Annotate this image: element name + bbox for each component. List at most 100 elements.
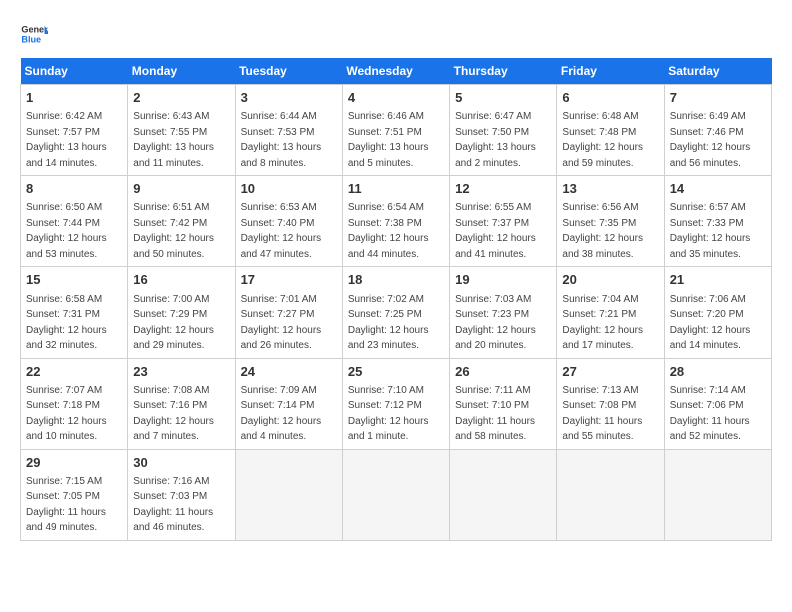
day-info: Sunrise: 7:01 AMSunset: 7:27 PMDaylight:… bbox=[241, 294, 322, 352]
day-number: 3 bbox=[241, 89, 337, 107]
day-number: 23 bbox=[133, 363, 229, 381]
calendar-cell-empty-4-2 bbox=[235, 449, 342, 540]
calendar-cell-3: 3 Sunrise: 6:44 AMSunset: 7:53 PMDaylight… bbox=[235, 85, 342, 176]
calendar-cell-29: 29 Sunrise: 7:15 AMSunset: 7:05 PMDayligh… bbox=[21, 449, 128, 540]
day-info: Sunrise: 7:15 AMSunset: 7:05 PMDaylight:… bbox=[26, 476, 106, 534]
day-info: Sunrise: 6:55 AMSunset: 7:37 PMDaylight:… bbox=[455, 202, 536, 260]
day-info: Sunrise: 6:47 AMSunset: 7:50 PMDaylight:… bbox=[455, 111, 536, 169]
day-info: Sunrise: 6:51 AMSunset: 7:42 PMDaylight:… bbox=[133, 202, 214, 260]
calendar-week-3: 22 Sunrise: 7:07 AMSunset: 7:18 PMDayligh… bbox=[21, 358, 772, 449]
calendar-cell-1: 1 Sunrise: 6:42 AMSunset: 7:57 PMDaylight… bbox=[21, 85, 128, 176]
calendar-week-1: 8 Sunrise: 6:50 AMSunset: 7:44 PMDaylight… bbox=[21, 176, 772, 267]
calendar-cell-23: 23 Sunrise: 7:08 AMSunset: 7:16 PMDayligh… bbox=[128, 358, 235, 449]
day-info: Sunrise: 6:54 AMSunset: 7:38 PMDaylight:… bbox=[348, 202, 429, 260]
calendar-cell-14: 14 Sunrise: 6:57 AMSunset: 7:33 PMDayligh… bbox=[664, 176, 771, 267]
day-info: Sunrise: 6:56 AMSunset: 7:35 PMDaylight:… bbox=[562, 202, 643, 260]
calendar-cell-10: 10Sunrise: 6:53 AMSunset: 7:40 PMDayligh… bbox=[235, 176, 342, 267]
calendar-cell-19: 19 Sunrise: 7:03 AMSunset: 7:23 PMDayligh… bbox=[450, 267, 557, 358]
day-number: 1 bbox=[26, 89, 122, 107]
weekday-header-friday: Friday bbox=[557, 58, 664, 85]
calendar-cell-18: 18 Sunrise: 7:02 AMSunset: 7:25 PMDayligh… bbox=[342, 267, 449, 358]
calendar-cell-26: 26 Sunrise: 7:11 AMSunset: 7:10 PMDayligh… bbox=[450, 358, 557, 449]
calendar-cell-4: 4 Sunrise: 6:46 AMSunset: 7:51 PMDaylight… bbox=[342, 85, 449, 176]
calendar-cell-17: 17Sunrise: 7:01 AMSunset: 7:27 PMDayligh… bbox=[235, 267, 342, 358]
day-number: 4 bbox=[348, 89, 444, 107]
calendar-cell-15: 15 Sunrise: 6:58 AMSunset: 7:31 PMDayligh… bbox=[21, 267, 128, 358]
day-number: 5 bbox=[455, 89, 551, 107]
day-info: Sunrise: 7:14 AMSunset: 7:06 PMDaylight:… bbox=[670, 385, 750, 443]
day-number: 13 bbox=[562, 180, 658, 198]
calendar-cell-21: 21Sunrise: 7:06 AMSunset: 7:20 PMDayligh… bbox=[664, 267, 771, 358]
day-info: Sunrise: 6:50 AMSunset: 7:44 PMDaylight:… bbox=[26, 202, 107, 260]
day-info: Sunrise: 6:43 AMSunset: 7:55 PMDaylight:… bbox=[133, 111, 214, 169]
calendar-cell-empty-4-4 bbox=[450, 449, 557, 540]
day-info: Sunrise: 7:04 AMSunset: 7:21 PMDaylight:… bbox=[562, 294, 643, 352]
day-number: 16 bbox=[133, 271, 229, 289]
calendar-cell-empty-4-3 bbox=[342, 449, 449, 540]
svg-text:Blue: Blue bbox=[21, 34, 41, 44]
svg-text:General: General bbox=[21, 25, 48, 35]
day-info: Sunrise: 7:08 AMSunset: 7:16 PMDaylight:… bbox=[133, 385, 214, 443]
day-number: 2 bbox=[133, 89, 229, 107]
calendar-cell-20: 20 Sunrise: 7:04 AMSunset: 7:21 PMDayligh… bbox=[557, 267, 664, 358]
calendar-cell-25: 25 Sunrise: 7:10 AMSunset: 7:12 PMDayligh… bbox=[342, 358, 449, 449]
calendar-cell-empty-4-6 bbox=[664, 449, 771, 540]
day-info: Sunrise: 6:58 AMSunset: 7:31 PMDaylight:… bbox=[26, 294, 107, 352]
day-number: 26 bbox=[455, 363, 551, 381]
calendar-cell-27: 27 Sunrise: 7:13 AMSunset: 7:08 PMDayligh… bbox=[557, 358, 664, 449]
day-info: Sunrise: 6:44 AMSunset: 7:53 PMDaylight:… bbox=[241, 111, 322, 169]
day-number: 14 bbox=[670, 180, 766, 198]
calendar-cell-2: 2 Sunrise: 6:43 AMSunset: 7:55 PMDaylight… bbox=[128, 85, 235, 176]
day-number: 18 bbox=[348, 271, 444, 289]
day-number: 8 bbox=[26, 180, 122, 198]
calendar-cell-24: 24 Sunrise: 7:09 AMSunset: 7:14 PMDayligh… bbox=[235, 358, 342, 449]
day-number: 21 bbox=[670, 271, 766, 289]
day-info: Sunrise: 7:13 AMSunset: 7:08 PMDaylight:… bbox=[562, 385, 642, 443]
weekday-header-thursday: Thursday bbox=[450, 58, 557, 85]
day-info: Sunrise: 7:03 AMSunset: 7:23 PMDaylight:… bbox=[455, 294, 536, 352]
day-number: 15 bbox=[26, 271, 122, 289]
day-info: Sunrise: 7:10 AMSunset: 7:12 PMDaylight:… bbox=[348, 385, 429, 443]
logo-icon: General Blue bbox=[20, 20, 48, 48]
day-number: 20 bbox=[562, 271, 658, 289]
day-number: 9 bbox=[133, 180, 229, 198]
weekday-header-sunday: Sunday bbox=[21, 58, 128, 85]
day-info: Sunrise: 7:07 AMSunset: 7:18 PMDaylight:… bbox=[26, 385, 107, 443]
calendar-cell-13: 13 Sunrise: 6:56 AMSunset: 7:35 PMDayligh… bbox=[557, 176, 664, 267]
calendar-cell-12: 12Sunrise: 6:55 AMSunset: 7:37 PMDayligh… bbox=[450, 176, 557, 267]
calendar-cell-9: 9 Sunrise: 6:51 AMSunset: 7:42 PMDaylight… bbox=[128, 176, 235, 267]
day-info: Sunrise: 6:42 AMSunset: 7:57 PMDaylight:… bbox=[26, 111, 107, 169]
day-number: 10 bbox=[241, 180, 337, 198]
day-info: Sunrise: 7:00 AMSunset: 7:29 PMDaylight:… bbox=[133, 294, 214, 352]
calendar-cell-5: 5 Sunrise: 6:47 AMSunset: 7:50 PMDaylight… bbox=[450, 85, 557, 176]
day-number: 27 bbox=[562, 363, 658, 381]
day-info: Sunrise: 7:09 AMSunset: 7:14 PMDaylight:… bbox=[241, 385, 322, 443]
day-number: 19 bbox=[455, 271, 551, 289]
logo: General Blue bbox=[20, 20, 48, 48]
day-number: 29 bbox=[26, 454, 122, 472]
calendar-cell-empty-4-5 bbox=[557, 449, 664, 540]
calendar-cell-16: 16 Sunrise: 7:00 AMSunset: 7:29 PMDayligh… bbox=[128, 267, 235, 358]
day-number: 24 bbox=[241, 363, 337, 381]
day-info: Sunrise: 6:49 AMSunset: 7:46 PMDaylight:… bbox=[670, 111, 751, 169]
calendar-cell-28: 28Sunrise: 7:14 AMSunset: 7:06 PMDayligh… bbox=[664, 358, 771, 449]
day-info: Sunrise: 6:57 AMSunset: 7:33 PMDaylight:… bbox=[670, 202, 751, 260]
day-info: Sunrise: 6:48 AMSunset: 7:48 PMDaylight:… bbox=[562, 111, 643, 169]
calendar-week-2: 15 Sunrise: 6:58 AMSunset: 7:31 PMDayligh… bbox=[21, 267, 772, 358]
day-info: Sunrise: 6:46 AMSunset: 7:51 PMDaylight:… bbox=[348, 111, 429, 169]
day-number: 22 bbox=[26, 363, 122, 381]
calendar-cell-7: 7 Sunrise: 6:49 AMSunset: 7:46 PMDaylight… bbox=[664, 85, 771, 176]
calendar-cell-11: 11Sunrise: 6:54 AMSunset: 7:38 PMDayligh… bbox=[342, 176, 449, 267]
page-header: General Blue bbox=[20, 20, 772, 48]
calendar-cell-30: 30Sunrise: 7:16 AMSunset: 7:03 PMDayligh… bbox=[128, 449, 235, 540]
day-number: 6 bbox=[562, 89, 658, 107]
calendar-cell-22: 22 Sunrise: 7:07 AMSunset: 7:18 PMDayligh… bbox=[21, 358, 128, 449]
calendar-week-4: 29 Sunrise: 7:15 AMSunset: 7:05 PMDayligh… bbox=[21, 449, 772, 540]
day-info: Sunrise: 7:02 AMSunset: 7:25 PMDaylight:… bbox=[348, 294, 429, 352]
calendar-table: SundayMondayTuesdayWednesdayThursdayFrid… bbox=[20, 58, 772, 541]
weekday-header-monday: Monday bbox=[128, 58, 235, 85]
day-number: 7 bbox=[670, 89, 766, 107]
day-info: Sunrise: 7:11 AMSunset: 7:10 PMDaylight:… bbox=[455, 385, 535, 443]
calendar-week-0: 1 Sunrise: 6:42 AMSunset: 7:57 PMDaylight… bbox=[21, 85, 772, 176]
day-number: 25 bbox=[348, 363, 444, 381]
